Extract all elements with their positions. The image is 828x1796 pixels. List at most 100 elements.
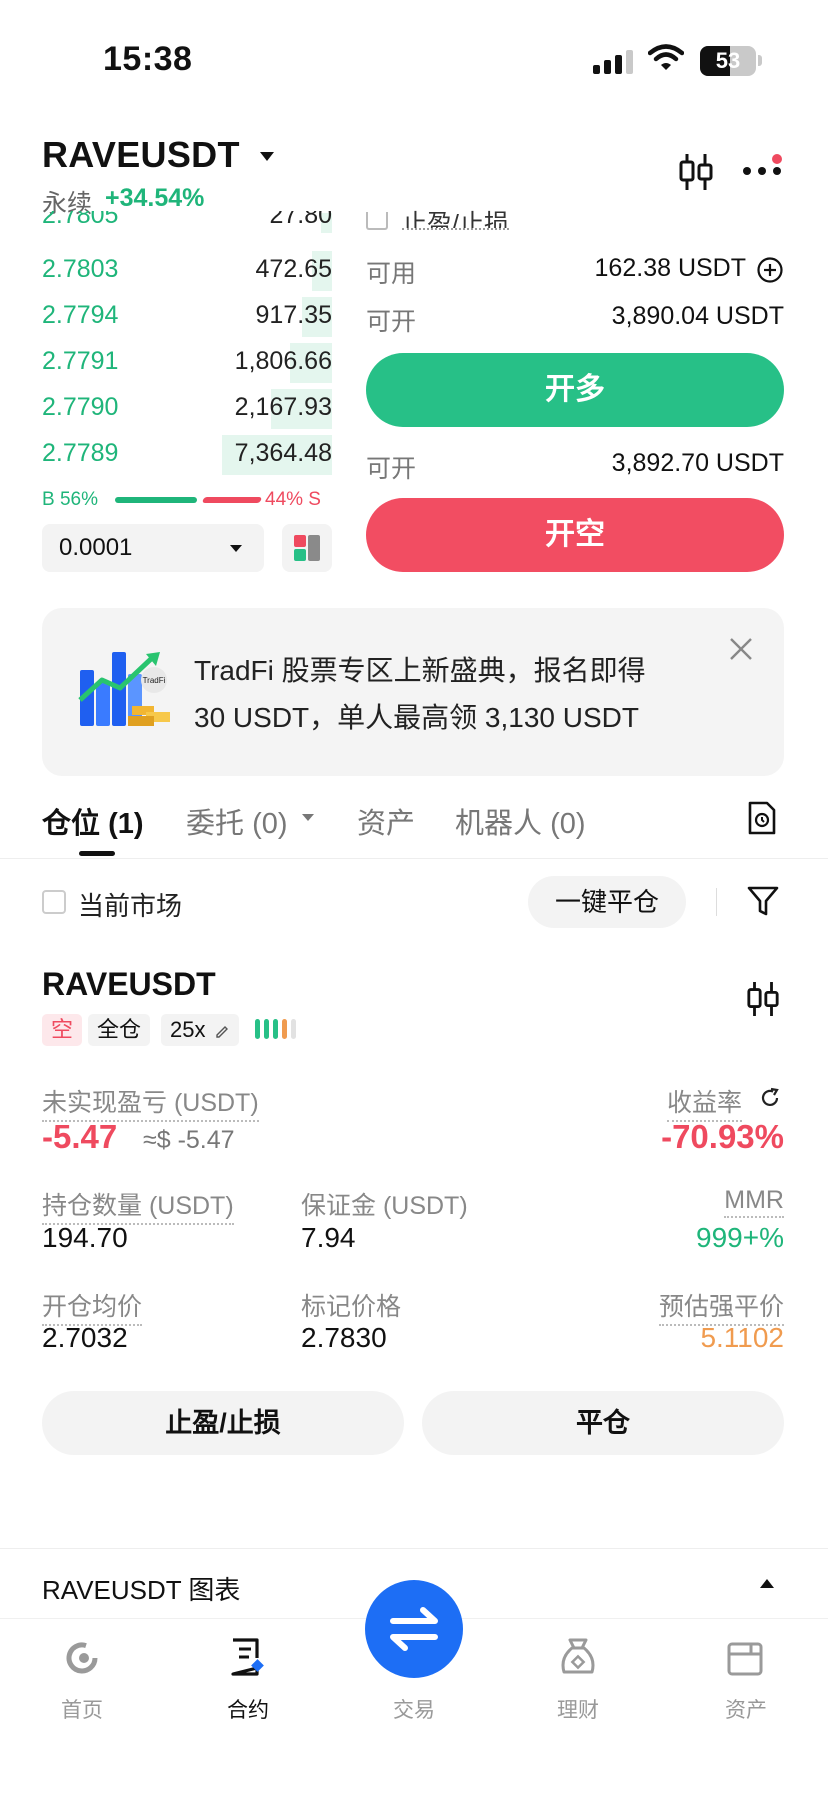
add-circle-icon[interactable]	[756, 256, 784, 284]
symbol-selector[interactable]: RAVEUSDT	[42, 134, 240, 176]
tpsl-button[interactable]: 止盈/止损	[42, 1391, 404, 1455]
precision-value: 0.0001	[59, 534, 133, 561]
chevron-down-icon[interactable]	[302, 814, 314, 821]
earn-icon[interactable]	[558, 1636, 598, 1678]
futures-icon[interactable]	[227, 1636, 267, 1678]
leverage-badge[interactable]: 25x	[161, 1014, 239, 1046]
chevron-up-icon[interactable]	[760, 1579, 774, 1588]
order-book-qty: 917.35	[255, 301, 332, 329]
chevron-down-icon[interactable]	[260, 152, 274, 161]
roe-label[interactable]: 收益率	[666, 1083, 742, 1122]
sell-ratio: 44% S	[265, 489, 321, 510]
tab-orders[interactable]: 委托 (0)	[186, 800, 288, 842]
open-short-value: 3,892.70 USDT	[611, 449, 784, 477]
tradfi-promo-illustration: TradFi	[78, 652, 170, 726]
size-value: 194.70	[42, 1222, 128, 1253]
mark-price-value: 2.7830	[301, 1322, 387, 1353]
tab-bots[interactable]: 机器人 (0)	[455, 800, 586, 842]
filter-icon[interactable]	[746, 884, 780, 918]
tab-positions-count: (1)	[108, 808, 144, 840]
liquidation-price-label[interactable]: 预估强平价	[658, 1287, 784, 1326]
order-book-price: 2.7790	[42, 393, 119, 421]
order-book-row[interactable]: 2.7794 917.35	[42, 295, 332, 339]
swap-arrows-icon	[390, 1607, 438, 1651]
unrealized-pnl-value: -5.47	[42, 1118, 118, 1155]
active-tab-indicator	[79, 851, 115, 856]
chart-toggle-label[interactable]: RAVEUSDT 图表	[42, 1570, 240, 1607]
order-book-price: 2.7805	[42, 211, 119, 229]
close-icon[interactable]	[728, 636, 754, 662]
sell-ratio-bar	[201, 497, 263, 503]
trade-button[interactable]	[365, 1580, 463, 1678]
tab-orders-count: (0)	[252, 808, 288, 840]
nav-earn-label[interactable]: 理财	[518, 1694, 638, 1724]
wallet-icon[interactable]	[725, 1638, 765, 1678]
order-book-row[interactable]: 2.7790 2,167.93	[42, 387, 332, 431]
order-book-row[interactable]: 2.7789 7,364.48	[42, 433, 332, 477]
tab-bots-count: (0)	[550, 808, 586, 840]
open-short-label: 可开	[366, 455, 417, 483]
tab-positions[interactable]: 仓位 (1)	[42, 800, 144, 842]
precision-select[interactable]: 0.0001	[42, 524, 264, 572]
nav-home-label[interactable]: 首页	[22, 1694, 142, 1724]
unrealized-pnl-usd: ≈$ -5.47	[143, 1126, 235, 1154]
open-long-value: 3,890.04 USDT	[611, 302, 784, 330]
tab-orders-label: 委托	[186, 808, 245, 840]
order-book-qty: 27.80	[269, 211, 332, 229]
open-short-button[interactable]: 开空	[366, 498, 784, 572]
margin-label: 保证金 (USDT)	[301, 1192, 468, 1220]
promo-line-1: TradFi 股票专区上新盛典，报名即得	[194, 655, 646, 686]
order-book-price: 2.7789	[42, 439, 119, 467]
open-long-label: 可开	[366, 308, 417, 336]
chevron-down-icon	[230, 545, 242, 552]
mmr-value: 999+%	[696, 1222, 784, 1253]
order-book-row[interactable]: 2.7803 472.65	[42, 249, 332, 293]
close-position-button[interactable]: 平仓	[422, 1391, 784, 1455]
battery-tip	[758, 55, 762, 66]
current-market-checkbox[interactable]	[42, 890, 66, 914]
tradfi-logo-text: TradFi	[143, 676, 166, 685]
entry-price-value: 2.7032	[42, 1322, 128, 1353]
tab-assets-label: 资产	[357, 808, 416, 840]
leverage-value: 25x	[170, 1017, 206, 1042]
book-layout-icon	[294, 535, 320, 561]
mark-price-label: 标记价格	[301, 1293, 402, 1321]
tab-assets[interactable]: 资产	[357, 800, 415, 842]
more-icon[interactable]	[742, 166, 782, 176]
nav-futures-label[interactable]: 合约	[188, 1694, 308, 1724]
order-book-qty: 1,806.66	[234, 347, 332, 375]
open-long-button[interactable]: 开多	[366, 353, 784, 427]
buy-ratio: B 56%	[42, 489, 98, 510]
battery-level: 53	[715, 48, 741, 73]
candlestick-chart-icon[interactable]	[678, 152, 714, 192]
close-all-button[interactable]: 一键平仓	[528, 876, 686, 928]
order-book-row[interactable]: 2.7805 27.80	[42, 211, 332, 235]
edit-icon	[215, 1026, 228, 1038]
order-book-row[interactable]: 2.7791 1,806.66	[42, 341, 332, 385]
liquidation-price-value: 5.1102	[700, 1322, 784, 1353]
order-book-price: 2.7791	[42, 347, 119, 375]
position-symbol: RAVEUSDT	[42, 966, 216, 1002]
order-book-qty: 2,167.93	[234, 393, 332, 421]
tab-bots-label: 机器人	[455, 808, 543, 840]
size-label[interactable]: 持仓数量 (USDT)	[42, 1186, 234, 1225]
tabs-divider	[0, 858, 828, 859]
home-icon[interactable]	[62, 1638, 102, 1678]
order-book-qty: 472.65	[255, 255, 332, 283]
unrealized-pnl-label[interactable]: 未实现盈亏 (USDT)	[42, 1083, 259, 1122]
history-document-icon[interactable]	[747, 800, 777, 836]
entry-price-label[interactable]: 开仓均价	[42, 1287, 143, 1326]
tpsl-checkbox[interactable]	[366, 212, 388, 230]
nav-trade-label[interactable]: 交易	[354, 1694, 474, 1724]
available-label: 可用	[366, 260, 417, 288]
battery-icon: 53	[700, 46, 756, 76]
roe-value: -70.93%	[661, 1118, 784, 1155]
status-time: 15:38	[103, 40, 193, 78]
order-book-price: 2.7803	[42, 255, 119, 283]
book-layout-button[interactable]	[282, 524, 332, 572]
share-refresh-icon[interactable]	[758, 1086, 782, 1110]
chart-divider	[0, 1548, 828, 1549]
candlestick-chart-icon[interactable]	[746, 980, 780, 1018]
nav-assets-label[interactable]: 资产	[686, 1694, 806, 1724]
mmr-label[interactable]: MMR	[724, 1186, 784, 1218]
